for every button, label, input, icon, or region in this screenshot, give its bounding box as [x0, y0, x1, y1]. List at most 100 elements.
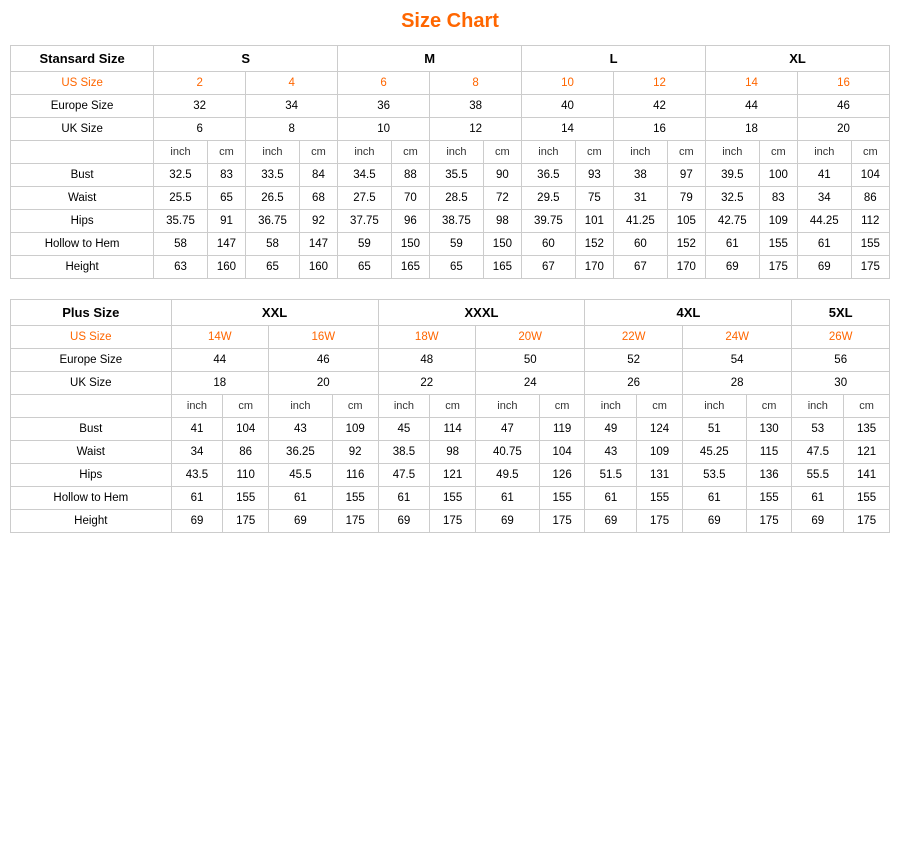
plus-size-header: Plus Size	[11, 300, 172, 326]
measurement-value: 43.5	[171, 464, 223, 487]
plus-unit-cm-1: cm	[223, 395, 269, 418]
measurement-value: 150	[483, 233, 521, 256]
plus-us-size-label: US Size	[11, 326, 172, 349]
unit-inch-4: inch	[430, 141, 484, 164]
measurement-label: Hollow to Hem	[11, 233, 154, 256]
plus-unit-inch-1: inch	[171, 395, 223, 418]
measurement-value: 40.75	[475, 441, 539, 464]
measurement-value: 34	[797, 187, 851, 210]
plus-unit-inch-7: inch	[792, 395, 844, 418]
measurement-value: 34.5	[338, 164, 392, 187]
us-size-12: 12	[614, 72, 706, 95]
measurement-value: 61	[378, 487, 430, 510]
measurement-value: 70	[391, 187, 429, 210]
measurement-value: 121	[430, 464, 476, 487]
plus-uk-28: 28	[682, 372, 792, 395]
measurement-value: 44.25	[797, 210, 851, 233]
unit-inch-8: inch	[797, 141, 851, 164]
measurement-value: 65	[430, 256, 484, 279]
xxl-header: XXL	[171, 300, 378, 326]
plus-unit-inch-3: inch	[378, 395, 430, 418]
plus-europe-label: Europe Size	[11, 349, 172, 372]
measurement-value: 155	[223, 487, 269, 510]
measurement-label: Bust	[11, 164, 154, 187]
measurement-label: Height	[11, 510, 172, 533]
measurement-value: 55.5	[792, 464, 844, 487]
measurement-value: 41.25	[614, 210, 668, 233]
standard-size-header: Stansard Size	[11, 46, 154, 72]
plus-us-26w: 26W	[792, 326, 890, 349]
measurement-value: 135	[844, 418, 890, 441]
measurement-label: Waist	[11, 187, 154, 210]
measurement-value: 33.5	[246, 164, 300, 187]
measurement-value: 104	[851, 164, 889, 187]
measurement-value: 79	[667, 187, 705, 210]
unit-cm-2: cm	[299, 141, 337, 164]
measurement-value: 60	[614, 233, 668, 256]
measurement-value: 67	[522, 256, 576, 279]
plus-unit-inch-5: inch	[585, 395, 637, 418]
uk-8: 8	[246, 118, 338, 141]
measurement-value: 61	[792, 487, 844, 510]
measurement-value: 45	[378, 418, 430, 441]
measurement-value: 104	[223, 418, 269, 441]
measurement-value: 105	[667, 210, 705, 233]
xl-header: XL	[706, 46, 890, 72]
eu-36: 36	[338, 95, 430, 118]
plus-eu-54: 54	[682, 349, 792, 372]
measurement-value: 165	[483, 256, 521, 279]
measurement-value: 69	[797, 256, 851, 279]
plus-eu-44: 44	[171, 349, 268, 372]
unit-cm-4: cm	[483, 141, 521, 164]
measurement-value: 98	[430, 441, 476, 464]
measurement-value: 86	[851, 187, 889, 210]
measurement-value: 38	[614, 164, 668, 187]
measurement-value: 160	[299, 256, 337, 279]
plus-eu-48: 48	[378, 349, 475, 372]
5xl-header: 5XL	[792, 300, 890, 326]
measurement-value: 155	[746, 487, 792, 510]
unit-cm-8: cm	[851, 141, 889, 164]
measurement-value: 141	[844, 464, 890, 487]
measurement-value: 69	[682, 510, 746, 533]
unit-inch-6: inch	[614, 141, 668, 164]
measurement-value: 65	[338, 256, 392, 279]
table-row: Hips35.759136.759237.759638.759839.75101…	[11, 210, 890, 233]
measurement-value: 175	[539, 510, 585, 533]
measurement-value: 39.5	[706, 164, 760, 187]
measurement-value: 59	[430, 233, 484, 256]
measurement-value: 35.75	[154, 210, 208, 233]
eu-38: 38	[430, 95, 522, 118]
measurement-value: 67	[614, 256, 668, 279]
measurement-value: 61	[171, 487, 223, 510]
table-row: Bust32.58333.58434.58835.59036.593389739…	[11, 164, 890, 187]
unit-inch-7: inch	[706, 141, 760, 164]
unit-inch-1: inch	[154, 141, 208, 164]
measurement-value: 175	[223, 510, 269, 533]
eu-34: 34	[246, 95, 338, 118]
measurement-value: 61	[706, 233, 760, 256]
measurement-value: 69	[706, 256, 760, 279]
table-row: Bust41104431094511447119491245113053135	[11, 418, 890, 441]
plus-unit-cm-6: cm	[746, 395, 792, 418]
measurement-value: 155	[430, 487, 476, 510]
plus-eu-50: 50	[475, 349, 585, 372]
measurement-value: 155	[332, 487, 378, 510]
eu-40: 40	[522, 95, 614, 118]
measurement-value: 47.5	[792, 441, 844, 464]
uk-12: 12	[430, 118, 522, 141]
measurement-value: 69	[171, 510, 223, 533]
us-size-6: 6	[338, 72, 430, 95]
measurement-value: 92	[332, 441, 378, 464]
plus-unit-inch-4: inch	[475, 395, 539, 418]
measurement-value: 175	[759, 256, 797, 279]
measurement-value: 69	[378, 510, 430, 533]
measurement-value: 109	[637, 441, 683, 464]
us-size-2: 2	[154, 72, 246, 95]
uk-6: 6	[154, 118, 246, 141]
measurement-value: 35.5	[430, 164, 484, 187]
plus-us-14w: 14W	[171, 326, 268, 349]
plus-unit-cm-3: cm	[430, 395, 476, 418]
measurement-value: 36.75	[246, 210, 300, 233]
measurement-value: 100	[759, 164, 797, 187]
